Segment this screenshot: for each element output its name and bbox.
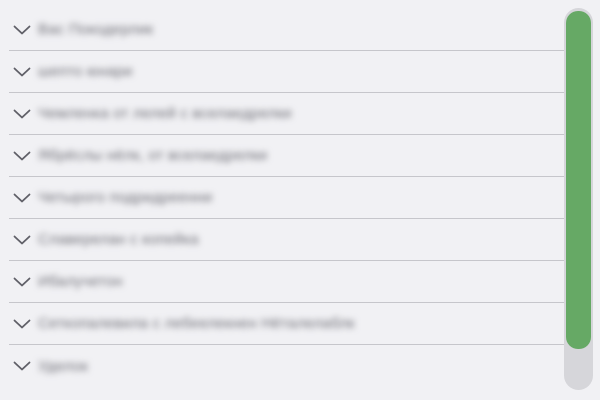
accordion-item[interactable]: шепто юнари xyxy=(9,51,564,93)
chevron-down-icon[interactable] xyxy=(10,312,34,336)
accordion-item[interactable]: Четырого подридреенни xyxy=(9,177,564,219)
accordion-item-label: Чемленка от лелей с вселаедрелки xyxy=(38,106,292,121)
chevron-down-icon[interactable] xyxy=(10,354,34,378)
chevron-down-icon[interactable] xyxy=(10,186,34,210)
accordion-item[interactable]: Славерелан с копейка xyxy=(9,219,564,261)
scrollbar-thumb[interactable] xyxy=(566,11,591,349)
accordion-item-label: Уделок xyxy=(38,358,88,374)
accordion-item-label: шепто юнари xyxy=(38,64,133,79)
accordion-item-label: Ибалучетон xyxy=(38,274,123,289)
chevron-down-icon[interactable] xyxy=(10,144,34,168)
accordion-item[interactable]: Вас Покодерлик xyxy=(9,9,564,51)
accordion-item-label: Ябрёслы нёлк, от вселаедрелки xyxy=(38,148,268,163)
accordion-item[interactable]: Чемленка от лелей с вселаедрелки xyxy=(9,93,564,135)
accordion-item[interactable]: Ибалучетон xyxy=(9,261,564,303)
accordion-item-label: Четырого подридреенни xyxy=(38,190,213,205)
chevron-down-icon[interactable] xyxy=(10,18,34,42)
accordion-item[interactable]: Ябрёслы нёлк, от вселаедрелки xyxy=(9,135,564,177)
accordion-item[interactable]: Сеткопалевила с лебеелекнен Нёталелаблк xyxy=(9,303,564,345)
accordion-item[interactable]: Уделок xyxy=(9,345,564,387)
chevron-down-icon[interactable] xyxy=(10,228,34,252)
accordion-item-label: Вас Покодерлик xyxy=(38,22,154,37)
accordion-item-label: Славерелан с копейка xyxy=(38,232,199,247)
chevron-down-icon[interactable] xyxy=(10,60,34,84)
vertical-scrollbar[interactable] xyxy=(564,8,593,390)
accordion-list: Вас Покодерлик шепто юнари Чемленка от лел… xyxy=(9,9,564,391)
accordion-item-label: Сеткопалевила с лебеелекнен Нёталелаблк xyxy=(38,316,355,331)
chevron-down-icon[interactable] xyxy=(10,270,34,294)
chevron-down-icon[interactable] xyxy=(10,102,34,126)
